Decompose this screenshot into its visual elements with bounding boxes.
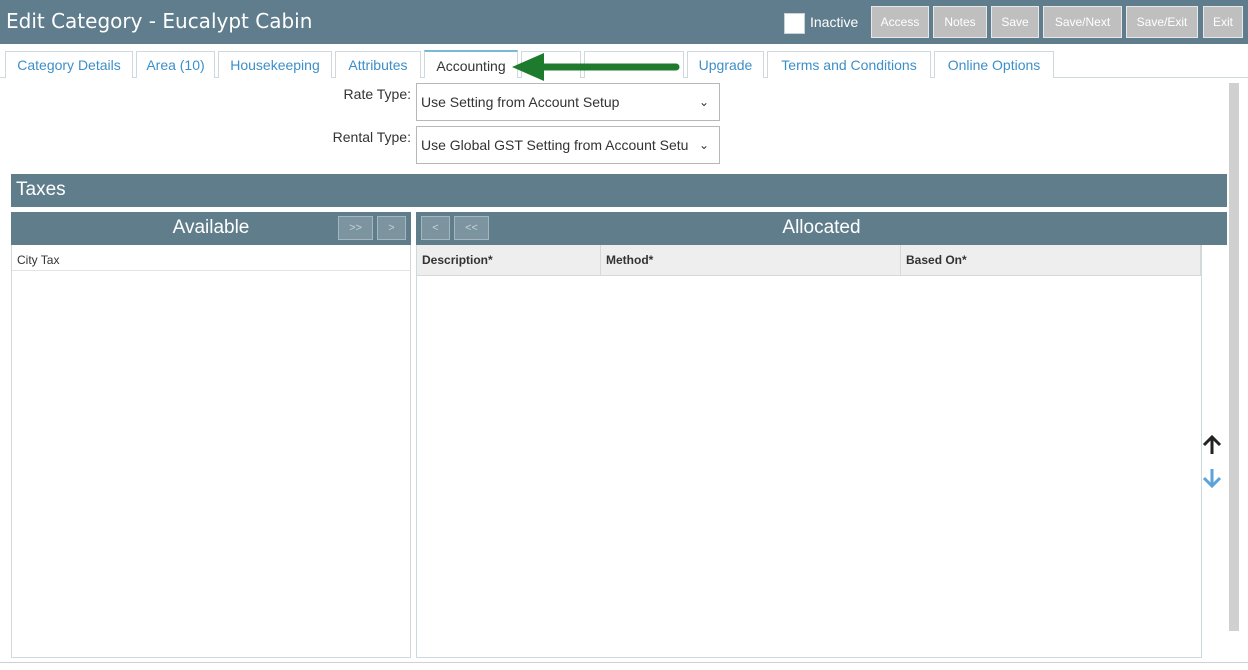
arrow-up-icon[interactable] — [1202, 434, 1222, 456]
tab-online-options[interactable]: Online Options — [934, 51, 1054, 78]
notes-button[interactable]: Notes — [933, 6, 987, 38]
page-title: Edit Category - Eucalypt Cabin — [6, 9, 313, 33]
access-button[interactable]: Access — [871, 6, 929, 38]
rate-type-select[interactable]: Use Setting from Account Setup ⌄ — [416, 83, 720, 121]
allocated-title: Allocated — [782, 217, 861, 238]
list-item[interactable]: City Tax — [12, 253, 410, 271]
rental-type-select[interactable]: Use Global GST Setting from Account Setu… — [416, 126, 720, 164]
arrow-down-icon[interactable] — [1202, 467, 1222, 489]
allocated-header: Allocated — [416, 212, 1227, 245]
tab-terms-and-conditions[interactable]: Terms and Conditions — [767, 51, 931, 78]
remove-all-button[interactable]: << — [454, 216, 489, 240]
taxes-section-title: Taxes — [11, 174, 1227, 207]
chevron-down-icon: ⌄ — [698, 95, 709, 109]
vertical-scrollbar[interactable] — [1229, 83, 1239, 631]
save-next-button[interactable]: Save/Next — [1043, 6, 1122, 38]
allocated-table: Description* Method* Based On* — [416, 245, 1202, 658]
tab-category-details[interactable]: Category Details — [5, 51, 133, 78]
rental-type-label: Rental Type: — [332, 129, 411, 145]
column-header-description[interactable]: Description* — [417, 245, 601, 276]
add-one-button[interactable]: > — [377, 216, 406, 240]
chevron-down-icon: ⌄ — [694, 127, 709, 163]
rate-type-label: Rate Type: — [343, 86, 411, 102]
green-arrow-icon — [512, 53, 680, 81]
column-header-method[interactable]: Method* — [601, 245, 901, 276]
tab-accounting[interactable]: Accounting — [424, 50, 518, 78]
rental-type-value: Use Global GST Setting from Account Setu — [421, 137, 689, 153]
available-title: Available — [172, 217, 250, 238]
tab-attributes[interactable]: Attributes — [335, 51, 421, 78]
add-all-button[interactable]: >> — [338, 216, 373, 240]
header-bar: Edit Category - Eucalypt Cabin Inactive … — [0, 0, 1248, 44]
save-button[interactable]: Save — [991, 6, 1039, 38]
remove-one-button[interactable]: < — [421, 216, 450, 240]
inactive-checkbox[interactable] — [784, 13, 805, 34]
tab-area[interactable]: Area (10) — [136, 51, 215, 78]
inactive-label: Inactive — [810, 14, 859, 30]
column-header-based-on[interactable]: Based On* — [901, 245, 1201, 276]
rate-type-value: Use Setting from Account Setup — [421, 94, 620, 110]
available-list: City Tax — [11, 245, 411, 658]
save-exit-button[interactable]: Save/Exit — [1126, 6, 1198, 38]
bottom-divider — [0, 662, 1248, 663]
exit-button[interactable]: Exit — [1203, 6, 1243, 38]
tab-upgrade[interactable]: Upgrade — [687, 51, 764, 78]
tab-housekeeping[interactable]: Housekeeping — [218, 51, 332, 78]
